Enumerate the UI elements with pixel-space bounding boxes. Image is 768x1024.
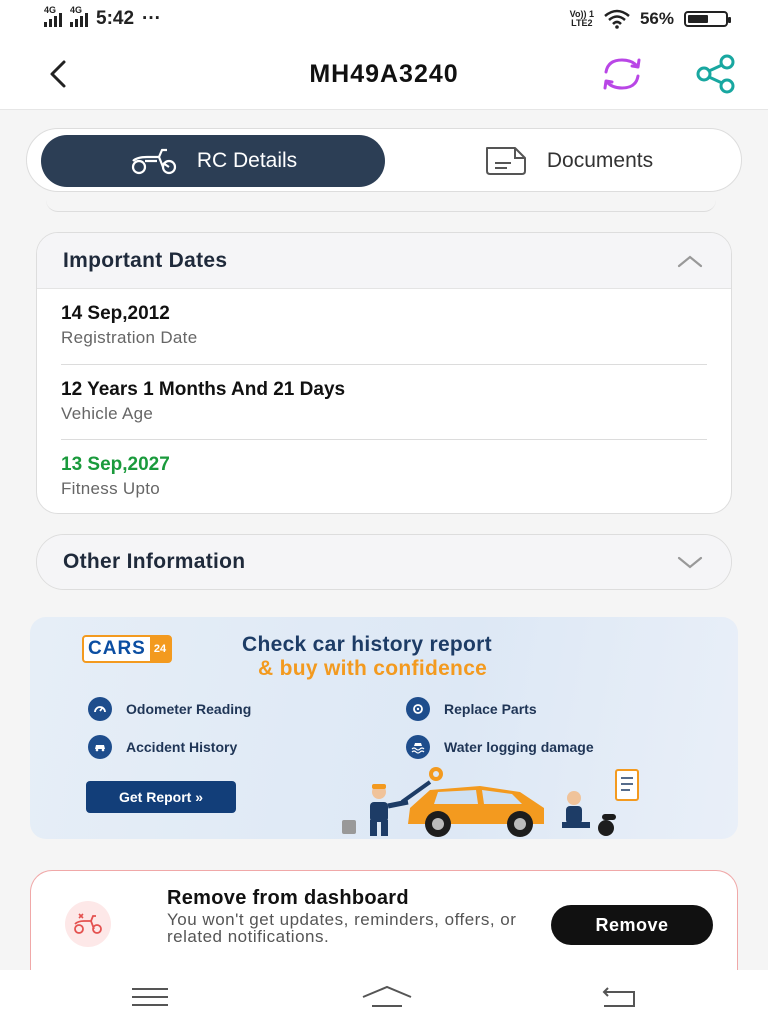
promo-headline-2: & buy with confidence [258,657,488,680]
vehicle-age-label: Vehicle Age [61,404,154,423]
tab-documents[interactable]: Documents [407,135,727,187]
battery-icon [684,11,731,27]
status-bar: 4G 4G 5:42 ··· Vo)) 1 LTE2 56% [0,0,768,38]
car-repair-illustration [342,767,639,837]
water-car-icon [406,735,430,759]
accident-car-icon [88,735,112,759]
feature-odometer: Odometer Reading [88,697,251,721]
remove-description: You won't get updates, reminders, offers… [167,910,517,946]
remove-from-dashboard-card: Remove from dashboard You won't get upda… [30,870,738,970]
other-information-header[interactable]: Other Information [37,535,731,589]
vehicle-age-value: 12 Years 1 Months And 21 Days [61,379,346,400]
remove-scooter-icon [65,901,111,947]
app-bar: MH49A3240 [0,38,768,110]
tab-rc-details[interactable]: RC Details [41,135,385,187]
date-row-registration: 14 Sep,2012 Registration Date [61,289,707,364]
remove-button[interactable]: Remove [551,905,713,945]
promo-headline-1: Check car history report [242,633,492,656]
fitness-upto-value: 13 Sep,2027 [61,454,170,475]
tab-documents-label: Documents [546,149,654,172]
share-icon[interactable] [694,54,738,94]
refresh-icon[interactable] [596,54,648,94]
registration-date-label: Registration Date [61,328,198,347]
document-icon [485,147,526,175]
speedometer-icon [88,697,112,721]
wifi-icon [604,9,630,29]
remove-title: Remove from dashboard [167,887,409,909]
feature-accident-history: Accident History [88,735,237,759]
important-dates-title: Important Dates [63,248,228,272]
chevron-up-icon [677,255,703,267]
fitness-upto-label: Fitness Upto [61,479,161,498]
divider [46,200,716,212]
signal-icon-1: 4G [44,5,62,27]
tab-rc-details-label: RC Details [196,149,298,172]
scooter-icon [131,148,176,175]
home-icon[interactable] [360,982,414,1012]
volte-indicator: Vo)) 1 LTE2 [569,9,594,28]
other-information-card[interactable]: Other Information [36,534,732,590]
signal-icon-2: 4G [70,5,88,27]
page-title: MH49A3240 [309,60,459,88]
important-dates-card: Important Dates 14 Sep,2012 Registration… [36,232,732,514]
important-dates-header[interactable]: Important Dates [37,233,731,289]
cars24-logo: CARS 24 [82,635,173,663]
menu-icon[interactable] [128,982,172,1012]
notification-dots: ··· [142,8,162,29]
registration-date-value: 14 Sep,2012 [61,303,170,324]
clock: 5:42 [96,8,135,29]
chevron-down-icon [677,556,703,569]
battery-percent: 56% [639,9,674,28]
get-report-button[interactable]: Get Report » [86,781,236,813]
tab-switcher: RC Details Documents [26,128,742,192]
date-row-fitness: 13 Sep,2027 Fitness Upto [61,439,707,513]
parts-icon [406,697,430,721]
other-information-title: Other Information [63,550,246,573]
feature-water-logging: Water logging damage [406,735,594,759]
feature-replace-parts: Replace Parts [406,697,537,721]
date-row-vehicle-age: 12 Years 1 Months And 21 Days Vehicle Ag… [61,364,707,439]
back-nav-icon[interactable] [596,982,640,1012]
cars24-promo-banner[interactable]: CARS 24 Check car history report & buy wi… [30,617,738,839]
system-nav-bar [0,970,768,1024]
